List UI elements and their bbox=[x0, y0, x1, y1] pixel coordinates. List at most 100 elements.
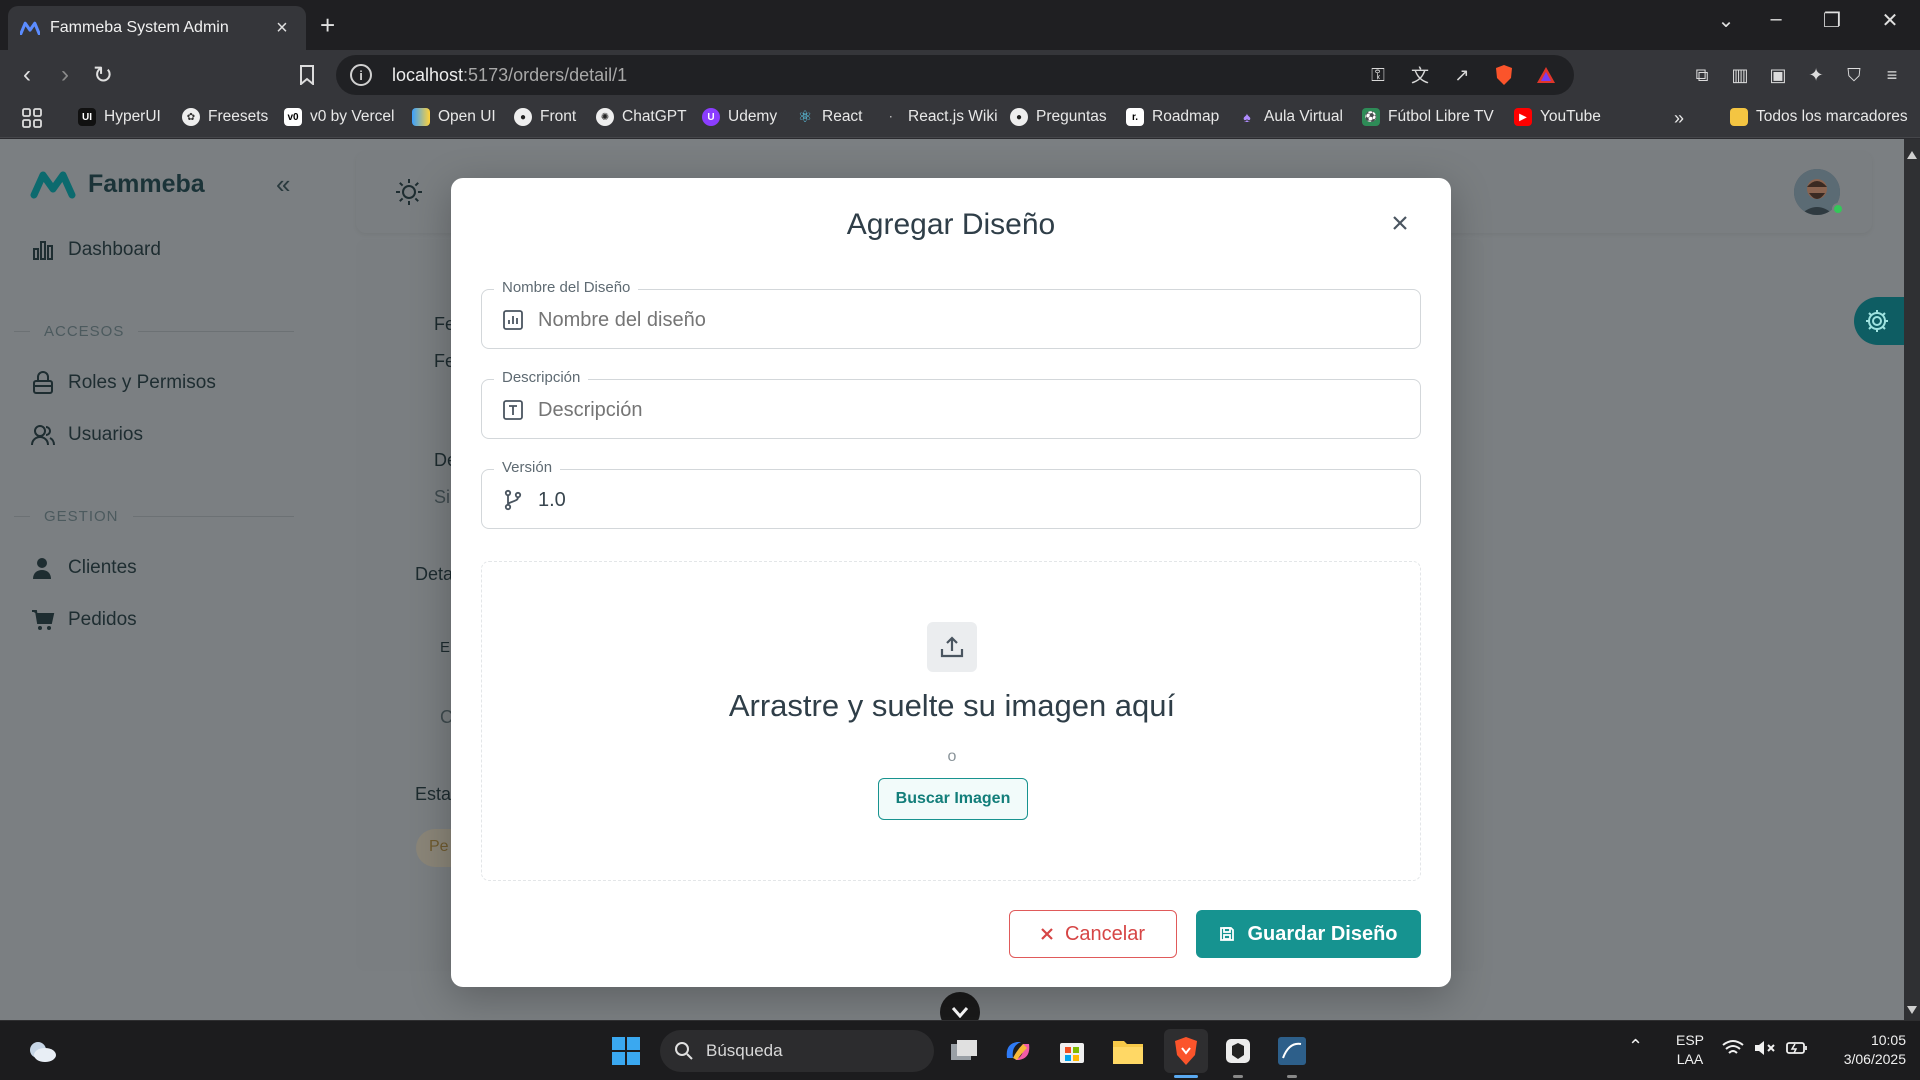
image-dropzone[interactable]: Arrastre y suelte su imagen aquí o Busca… bbox=[481, 561, 1421, 881]
version-input[interactable] bbox=[538, 470, 1398, 530]
extensions-icon[interactable]: ⧉ bbox=[1690, 62, 1714, 88]
menu-icon[interactable]: ≡ bbox=[1880, 62, 1904, 88]
theme-toggle-sun-icon[interactable] bbox=[394, 177, 424, 207]
bookmark-react[interactable]: ⚛ React bbox=[796, 108, 863, 126]
cart-icon bbox=[30, 607, 56, 633]
sidebar-toggle-icon[interactable]: ▥ bbox=[1728, 62, 1752, 88]
restore-icon[interactable]: ❐ bbox=[1812, 8, 1852, 33]
forward-icon[interactable]: › bbox=[50, 60, 80, 90]
bookmark-roadmap[interactable]: r. Roadmap bbox=[1126, 108, 1219, 126]
cancel-button[interactable]: Cancelar bbox=[1009, 910, 1177, 958]
site-info-icon[interactable]: i bbox=[350, 64, 372, 86]
bookmark-aula-virtual[interactable]: ♠ Aula Virtual bbox=[1238, 108, 1343, 126]
wallet-icon[interactable]: ▣ bbox=[1766, 62, 1790, 88]
new-tab-icon[interactable]: + bbox=[320, 10, 335, 41]
wifi-icon[interactable] bbox=[1722, 1039, 1744, 1062]
add-design-modal: Agregar Diseño Nombre del Diseño Descrip… bbox=[451, 178, 1451, 987]
sidebar-item-roles[interactable]: Roles y Permisos bbox=[30, 370, 216, 396]
sidebar-item-usuarios[interactable]: Usuarios bbox=[30, 422, 143, 448]
save-design-button[interactable]: Guardar Diseño bbox=[1196, 910, 1421, 958]
all-bookmarks[interactable]: Todos los marcadores bbox=[1730, 108, 1908, 126]
upload-icon bbox=[927, 622, 977, 672]
settings-fab[interactable] bbox=[1854, 297, 1904, 345]
window-close-icon[interactable]: ✕ bbox=[1870, 8, 1910, 33]
weather-icon[interactable] bbox=[24, 1033, 60, 1069]
url-host: localhost bbox=[392, 64, 464, 85]
apps-grid-icon[interactable] bbox=[22, 108, 42, 128]
sidebar-item-label: Roles y Permisos bbox=[68, 372, 216, 393]
online-status-dot bbox=[1832, 203, 1844, 215]
close-icon[interactable] bbox=[1385, 208, 1415, 238]
volume-muted-icon[interactable] bbox=[1754, 1039, 1776, 1062]
app-indicator bbox=[1233, 1075, 1243, 1078]
password-key-icon[interactable]: ⚿ bbox=[1366, 63, 1390, 87]
copilot-icon[interactable] bbox=[1000, 1033, 1036, 1069]
windows-start-icon[interactable] bbox=[608, 1033, 644, 1069]
lock-icon bbox=[30, 370, 56, 396]
keyboard-layout: LAA bbox=[1676, 1051, 1704, 1067]
description-input[interactable] bbox=[538, 380, 1398, 440]
translate-icon[interactable]: 文 bbox=[1408, 63, 1432, 87]
clock-date: 3/06/2025 bbox=[1843, 1051, 1906, 1067]
hyperui-icon: UI bbox=[78, 108, 96, 126]
share-icon[interactable]: ↗ bbox=[1450, 63, 1474, 87]
github-icon: ● bbox=[514, 108, 532, 126]
bookmark-freesets[interactable]: ✿ Freesets bbox=[182, 108, 268, 126]
brave-shield-icon[interactable] bbox=[1492, 63, 1516, 87]
brave-browser-icon[interactable] bbox=[1164, 1029, 1208, 1073]
show-hidden-icons-chevron-icon[interactable]: ⌃ bbox=[1628, 1037, 1643, 1056]
collapse-sidebar-icon[interactable]: « bbox=[276, 169, 290, 200]
brand[interactable]: Fammeba bbox=[30, 169, 205, 199]
app-icon-cube[interactable] bbox=[1220, 1033, 1256, 1069]
back-icon[interactable]: ‹ bbox=[12, 60, 42, 90]
taskbar-search[interactable]: Búsqueda bbox=[660, 1030, 934, 1072]
design-name-field: Nombre del Diseño bbox=[481, 279, 1421, 350]
leo-ai-icon[interactable]: ✦ bbox=[1804, 62, 1828, 88]
battery-icon[interactable] bbox=[1786, 1039, 1808, 1062]
bookmark-udemy[interactable]: U Udemy bbox=[702, 108, 777, 126]
tab-search-chevron-icon[interactable]: ⌄ bbox=[1706, 8, 1746, 33]
folder-icon bbox=[1730, 108, 1748, 126]
browse-image-button[interactable]: Buscar Imagen bbox=[878, 778, 1028, 820]
file-explorer-icon[interactable] bbox=[1110, 1033, 1146, 1069]
task-view-icon[interactable] bbox=[946, 1033, 982, 1069]
reload-icon[interactable]: ↻ bbox=[88, 60, 118, 90]
sidebar-item-clientes[interactable]: Clientes bbox=[30, 555, 137, 581]
chevron-down-icon bbox=[951, 1007, 969, 1018]
vpn-icon[interactable]: ⛉ bbox=[1842, 62, 1866, 88]
minimize-icon[interactable]: – bbox=[1756, 8, 1796, 31]
bookmark-futbol-libre[interactable]: ⚽ Fútbol Libre TV bbox=[1362, 108, 1494, 126]
bookmark-openui[interactable]: Open UI bbox=[412, 108, 496, 126]
more-bookmarks-icon[interactable]: » bbox=[1674, 108, 1684, 129]
bookmark-hyperui[interactable]: UI HyperUI bbox=[78, 108, 161, 126]
bookmark-preguntas[interactable]: ● Preguntas bbox=[1010, 108, 1107, 126]
bookmark-youtube[interactable]: ▶ YouTube bbox=[1514, 108, 1601, 126]
design-name-input[interactable] bbox=[538, 290, 1398, 350]
tab-close-icon[interactable]: × bbox=[270, 17, 294, 40]
active-app-indicator bbox=[1174, 1075, 1198, 1078]
bookmark-front[interactable]: ● Front bbox=[514, 108, 576, 126]
roadmap-icon: r. bbox=[1126, 108, 1144, 126]
mysql-workbench-icon[interactable] bbox=[1274, 1033, 1310, 1069]
fammeba-logo-icon bbox=[30, 171, 76, 199]
version-field: Versión bbox=[481, 459, 1421, 530]
bookmark-chatgpt[interactable]: ✺ ChatGPT bbox=[596, 108, 687, 126]
language-indicator[interactable]: ESP LAA bbox=[1672, 1031, 1708, 1069]
page-scrollbar[interactable] bbox=[1904, 139, 1920, 1020]
description-field: Descripción bbox=[481, 369, 1421, 440]
clock[interactable]: 10:05 3/06/2025 bbox=[1822, 1031, 1906, 1069]
tab-title: Fammeba System Admin bbox=[50, 19, 229, 36]
bookmark-reactjs-wiki[interactable]: · React.js Wiki bbox=[882, 108, 997, 126]
brave-rewards-icon[interactable] bbox=[1534, 63, 1558, 87]
address-bar[interactable]: i localhost:5173/orders/detail/1 ⚿ 文 ↗ bbox=[336, 55, 1574, 95]
section-title: ACCESOS bbox=[44, 323, 125, 340]
bookmark-icon[interactable] bbox=[292, 60, 322, 90]
sidebar-item-dashboard[interactable]: Dashboard bbox=[30, 237, 161, 263]
bookmark-v0[interactable]: v0 v0 by Vercel bbox=[284, 108, 394, 126]
sidebar-item-pedidos[interactable]: Pedidos bbox=[30, 607, 137, 633]
microsoft-store-icon[interactable] bbox=[1054, 1033, 1090, 1069]
browser-tab-active[interactable]: Fammeba System Admin × bbox=[8, 6, 306, 50]
aula-icon: ♠ bbox=[1243, 109, 1251, 125]
scroll-down-button[interactable] bbox=[940, 992, 980, 1020]
sidebar-item-label: Dashboard bbox=[68, 239, 161, 260]
